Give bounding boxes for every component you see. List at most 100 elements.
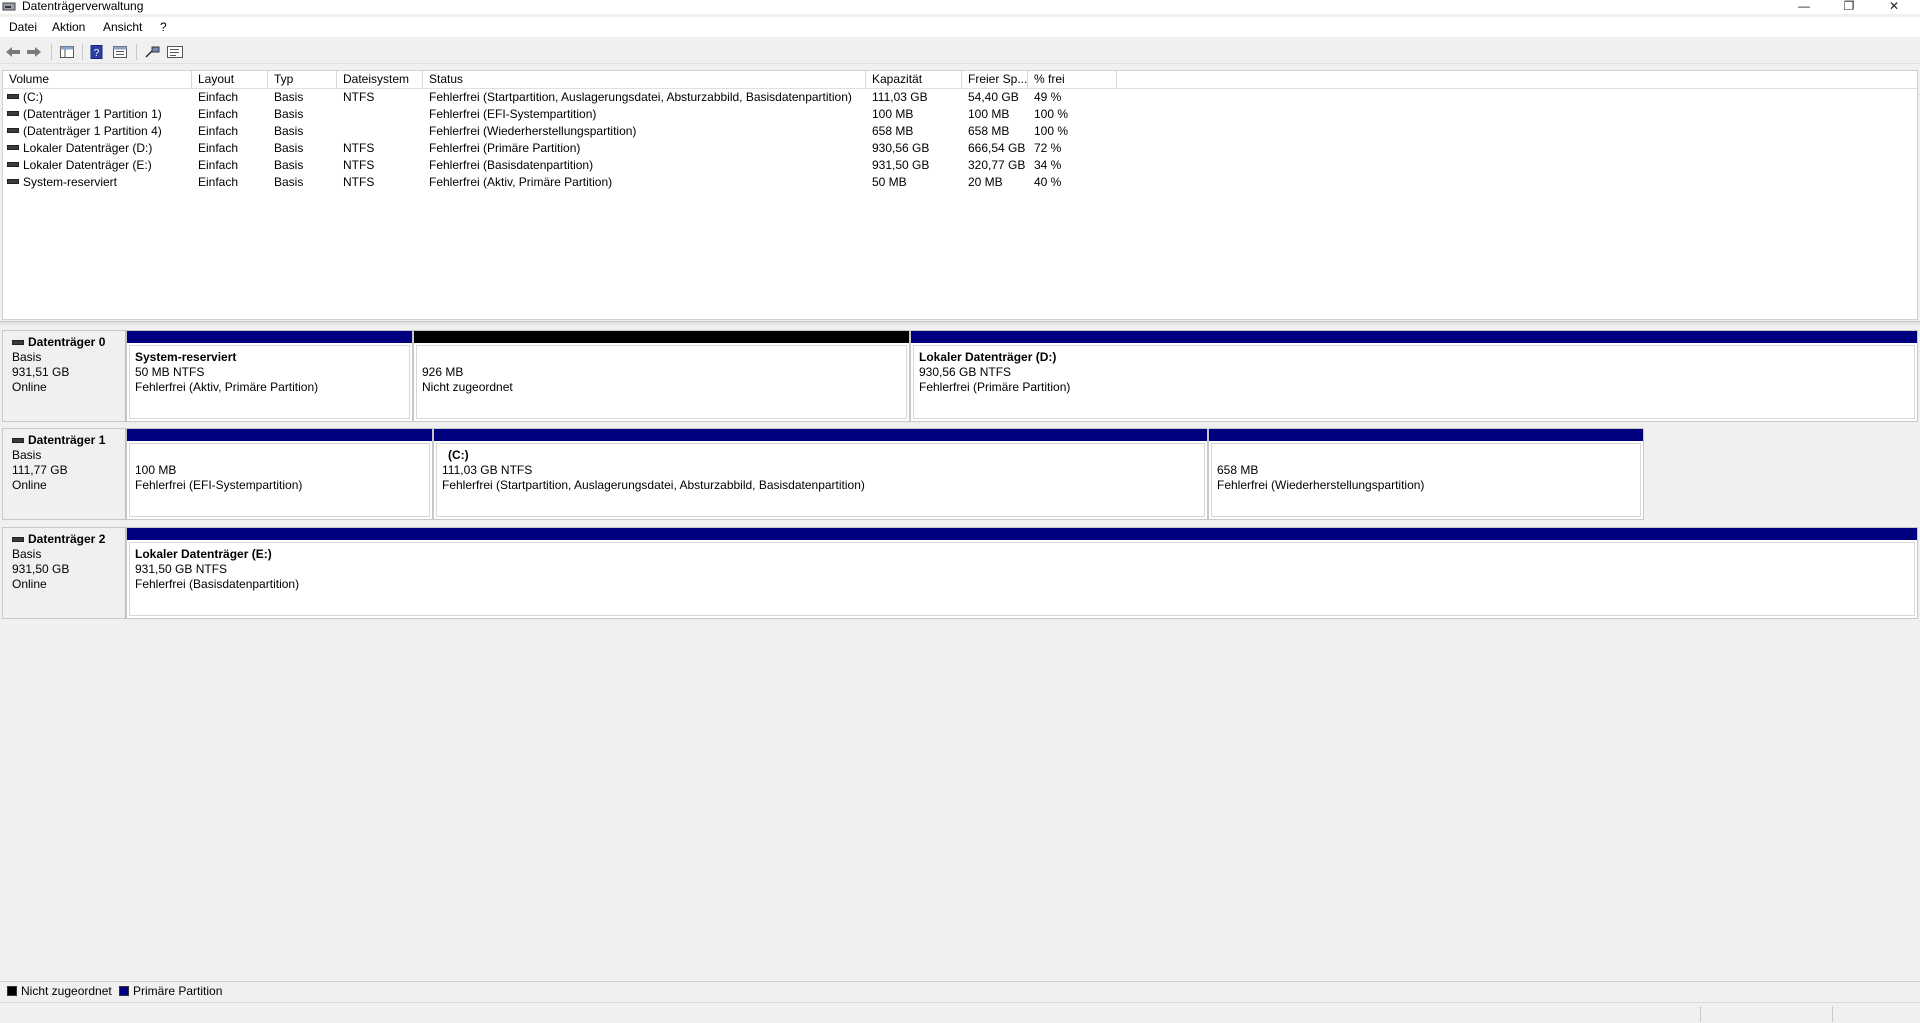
volume-type: Basis xyxy=(274,141,304,155)
volume-list-header: Volume Layout Typ Dateisystem Status Kap… xyxy=(3,71,1917,89)
unallocated-bar xyxy=(414,331,909,343)
volume-type: Basis xyxy=(274,158,304,172)
volume-status: Fehlerfrei (Startpartition, Auslagerungs… xyxy=(429,90,852,104)
disk-type: Basis xyxy=(12,350,42,364)
menu-aktion[interactable]: Aktion xyxy=(49,19,88,35)
connect-icon[interactable] xyxy=(143,43,161,61)
legend-primary: Primäre Partition xyxy=(119,984,222,998)
volume-drive-icon xyxy=(7,179,19,185)
partition-block[interactable]: 658 MB Fehlerfrei (Wiederherstellungspar… xyxy=(1208,428,1644,520)
volume-capacity: 658 MB xyxy=(872,124,914,138)
disk-size: 931,51 GB xyxy=(12,365,70,379)
partition-block[interactable]: System-reserviert 50 MB NTFS Fehlerfrei … xyxy=(126,330,413,422)
volume-percent-free: 100 % xyxy=(1034,107,1069,121)
svg-text:?: ? xyxy=(94,48,100,59)
volume-type: Basis xyxy=(274,124,304,138)
disk-icon xyxy=(12,537,24,542)
volume-layout: Einfach xyxy=(198,141,239,155)
help-icon[interactable]: ? xyxy=(88,43,106,61)
column-layout[interactable]: Layout xyxy=(192,71,268,89)
volume-name: (C:) xyxy=(23,90,43,104)
properties-icon[interactable] xyxy=(111,43,129,61)
list-icon[interactable] xyxy=(166,43,184,61)
column-freier-speicher[interactable]: Freier Sp... xyxy=(962,71,1028,89)
volume-filesystem: NTFS xyxy=(343,158,375,172)
volume-type: Basis xyxy=(274,90,304,104)
volume-type: Basis xyxy=(274,175,304,189)
partition-size: 926 MB xyxy=(422,365,464,379)
disk-row-0: Datenträger 0 Basis 931,51 GB Online Sys… xyxy=(2,330,1918,422)
volume-percent-free: 100 % xyxy=(1034,124,1069,138)
disk-type: Basis xyxy=(12,547,42,561)
partition-name: System-reserviert xyxy=(135,350,237,364)
table-row[interactable]: System-reserviert Einfach Basis NTFS Feh… xyxy=(3,174,1917,191)
column-typ[interactable]: Typ xyxy=(268,71,337,89)
table-row[interactable]: (Datenträger 1 Partition 1) Einfach Basi… xyxy=(3,106,1917,123)
menu-ansicht[interactable]: Ansicht xyxy=(100,19,145,35)
volume-free-space: 666,54 GB xyxy=(968,141,1026,155)
menu-help[interactable]: ? xyxy=(157,19,170,35)
column-status[interactable]: Status xyxy=(423,71,866,89)
partition-status: Fehlerfrei (Basisdatenpartition) xyxy=(135,577,300,591)
volume-capacity: 930,56 GB xyxy=(872,141,930,155)
close-button[interactable]: ✕ xyxy=(1874,0,1914,13)
forward-icon[interactable] xyxy=(25,43,43,61)
volume-percent-free: 34 % xyxy=(1034,158,1062,172)
partition-status: Nicht zugeordnet xyxy=(422,380,513,394)
partition-block[interactable]: 926 MB Nicht zugeordnet xyxy=(413,330,910,422)
partition-block[interactable]: Lokaler Datenträger (E:) 931,50 GB NTFS … xyxy=(126,527,1918,619)
column-kapazitaet[interactable]: Kapazität xyxy=(866,71,962,89)
partition-size: 111,03 GB NTFS xyxy=(442,463,533,477)
back-icon[interactable] xyxy=(4,43,22,61)
volume-status: Fehlerfrei (Basisdatenpartition) xyxy=(429,158,594,172)
column-dateisystem[interactable]: Dateisystem xyxy=(337,71,423,89)
disk-name: Datenträger 2 xyxy=(28,532,106,546)
table-row[interactable]: (C:) Einfach Basis NTFS Fehlerfrei (Star… xyxy=(3,89,1917,106)
volume-percent-free: 49 % xyxy=(1034,90,1062,104)
title-bar: Datenträgerverwaltung — ❐ ✕ xyxy=(0,0,1920,14)
minimize-button[interactable]: — xyxy=(1784,0,1824,13)
status-bar xyxy=(0,1002,1920,1023)
volume-layout: Einfach xyxy=(198,90,239,104)
volume-name: Lokaler Datenträger (E:) xyxy=(23,158,152,172)
status-pane xyxy=(1832,1006,1920,1022)
primary-partition-bar xyxy=(911,331,1917,343)
disk-row-1: Datenträger 1 Basis 111,77 GB Online 100… xyxy=(2,428,1918,520)
primary-partition-bar xyxy=(434,429,1207,441)
partition-status: Fehlerfrei (Primäre Partition) xyxy=(919,380,1071,394)
primary-partition-bar xyxy=(1209,429,1643,441)
disk-state: Online xyxy=(12,577,47,591)
disk-label[interactable]: Datenträger 1 Basis 111,77 GB Online xyxy=(2,428,126,520)
column-volume[interactable]: Volume xyxy=(3,71,192,89)
volume-status: Fehlerfrei (Primäre Partition) xyxy=(429,141,581,155)
legend: Nicht zugeordnet Primäre Partition xyxy=(0,981,1920,999)
window-title: Datenträgerverwaltung xyxy=(22,0,144,13)
table-row[interactable]: Lokaler Datenträger (E:) Einfach Basis N… xyxy=(3,157,1917,174)
primary-partition-bar xyxy=(127,528,1917,540)
status-pane xyxy=(1700,1006,1832,1022)
volume-filesystem: NTFS xyxy=(343,175,375,189)
disk-map: Datenträger 0 Basis 931,51 GB Online Sys… xyxy=(0,326,1920,976)
volume-free-space: 54,40 GB xyxy=(968,90,1019,104)
restore-button[interactable]: ❐ xyxy=(1829,0,1869,13)
volume-filesystem: NTFS xyxy=(343,141,375,155)
partition-block[interactable]: 100 MB Fehlerfrei (EFI-Systempartition) xyxy=(126,428,433,520)
partition-block[interactable]: Lokaler Datenträger (D:) 930,56 GB NTFS … xyxy=(910,330,1918,422)
column-prozent-frei[interactable]: % frei xyxy=(1028,71,1117,89)
disk-label[interactable]: Datenträger 2 Basis 931,50 GB Online xyxy=(2,527,126,619)
volume-drive-icon xyxy=(7,94,19,100)
primary-partition-bar xyxy=(127,429,432,441)
console-tree-icon[interactable] xyxy=(58,43,76,61)
volume-layout: Einfach xyxy=(198,107,239,121)
table-row[interactable]: (Datenträger 1 Partition 4) Einfach Basi… xyxy=(3,123,1917,140)
disk-label[interactable]: Datenträger 0 Basis 931,51 GB Online xyxy=(2,330,126,422)
toolbar-separator xyxy=(82,44,83,60)
partition-name: Lokaler Datenträger (D:) xyxy=(919,350,1057,364)
partition-size: 930,56 GB NTFS xyxy=(919,365,1012,379)
table-row[interactable]: Lokaler Datenträger (D:) Einfach Basis N… xyxy=(3,140,1917,157)
volume-type: Basis xyxy=(274,107,304,121)
partition-status: Fehlerfrei (Startpartition, Auslagerungs… xyxy=(442,478,865,492)
menu-datei[interactable]: Datei xyxy=(6,19,40,35)
partition-block[interactable]: (C:) 111,03 GB NTFS Fehlerfrei (Startpar… xyxy=(433,428,1208,520)
pane-splitter[interactable] xyxy=(0,321,1920,325)
